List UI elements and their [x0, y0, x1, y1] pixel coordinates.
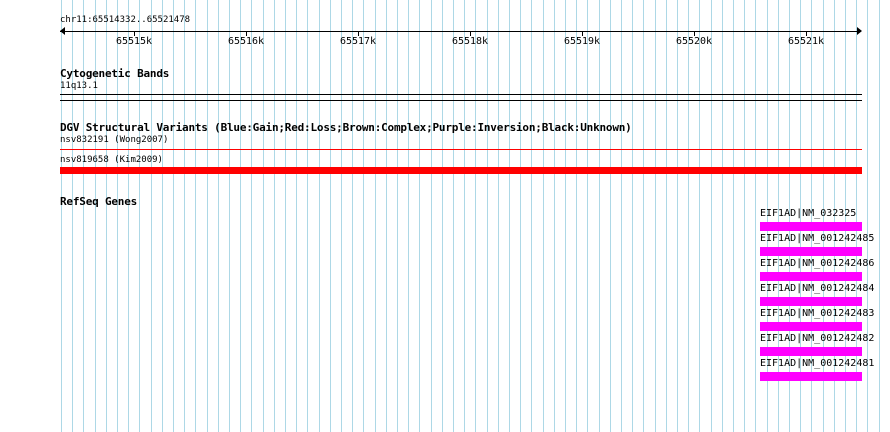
ruler-tick-label: 65518k: [451, 36, 489, 47]
ruler-tick-label: 65520k: [675, 36, 713, 47]
refseq-gene-feature[interactable]: [760, 322, 862, 331]
ruler-right-arrow-icon: [857, 27, 862, 35]
refseq-gene-feature[interactable]: [760, 247, 862, 256]
ruler-tick-label: 65516k: [227, 36, 265, 47]
refseq-gene-feature[interactable]: [760, 222, 862, 231]
cytoband-label: 11q13.1: [60, 81, 98, 91]
ruler-tick-label: 65515k: [115, 36, 153, 47]
refseq-gene-label: EIF1AD|NM_001242484: [760, 283, 875, 294]
refseq-gene-feature[interactable]: [760, 272, 862, 281]
dgv-variant-feature[interactable]: [60, 167, 862, 174]
ruler-tick-label: 65519k: [563, 36, 601, 47]
dgv-variant-label: nsv819658 (Kim2009): [60, 155, 163, 165]
refseq-gene-label: EIF1AD|NM_001242485: [760, 233, 875, 244]
refseq-gene-feature[interactable]: [760, 372, 862, 381]
dgv-variant-feature[interactable]: [60, 149, 862, 150]
cytoband-track-title: Cytogenetic Bands: [60, 67, 170, 80]
background-grid: [61, 0, 880, 432]
refseq-gene-label: EIF1AD|NM_001242486: [760, 258, 875, 269]
refseq-gene-feature[interactable]: [760, 347, 862, 356]
refseq-track-title: RefSeq Genes: [60, 195, 138, 208]
refseq-gene-label: EIF1AD|NM_032325: [760, 208, 857, 219]
dgv-variant-label: nsv832191 (Wong2007): [60, 135, 169, 145]
refseq-gene-label: EIF1AD|NM_001242481: [760, 358, 875, 369]
dgv-track-title: DGV Structural Variants (Blue:Gain;Red:L…: [60, 121, 632, 134]
ruler-tick-label: 65517k: [339, 36, 377, 47]
cytoband-baseline: [60, 100, 862, 101]
cytoband-feature[interactable]: [60, 94, 862, 95]
ruler-tick-label: 65521k: [787, 36, 825, 47]
refseq-gene-feature[interactable]: [760, 297, 862, 306]
refseq-gene-label: EIF1AD|NM_001242482: [760, 333, 875, 344]
ruler-location: chr11:65514332..65521478: [60, 15, 191, 25]
refseq-gene-label: EIF1AD|NM_001242483: [760, 308, 875, 319]
ruler-axis: [60, 31, 861, 32]
